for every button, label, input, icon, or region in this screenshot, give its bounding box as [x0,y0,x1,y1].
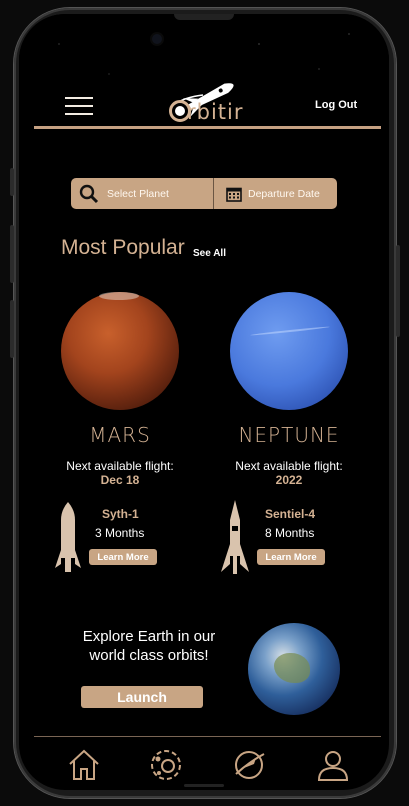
app-logo-text: rbitir [187,100,244,124]
logo-o-inner [175,106,185,116]
planets-icon[interactable] [149,748,183,782]
earth-image [248,623,340,715]
planet-name: MARS [89,423,151,447]
home-icon[interactable] [67,748,101,782]
promo-text: Explore Earth in our world class orbits! [82,628,216,664]
app-screen: rbitir Log Out Select Planet Departure D… [19,14,389,790]
front-camera [152,34,162,44]
menu-icon[interactable] [65,97,93,117]
launch-button[interactable]: Launch [81,686,203,708]
volume-up-button [10,225,14,283]
volume-down-button [10,300,14,358]
mute-switch [10,168,14,196]
rocket-icon [55,502,81,572]
ship-name: Syth-1 [102,507,139,521]
select-planet-placeholder: Select Planet [107,187,169,200]
section-title: Most Popular [61,236,185,259]
nav-divider [34,736,381,737]
power-button [396,245,400,337]
next-flight-date: 2022 [275,473,303,487]
ship-name: Sentiel-4 [265,507,316,521]
neptune-image[interactable] [230,292,348,410]
logout-link[interactable]: Log Out [315,99,357,111]
profile-icon[interactable] [316,748,350,782]
home-indicator [184,784,224,787]
search-icon [79,184,99,203]
rocket-icon [221,500,249,574]
select-planet-field[interactable]: Select Planet [71,178,214,209]
mars-image[interactable] [61,292,179,410]
speaker-notch [174,14,234,20]
next-flight-label: Next available flight: [235,459,343,473]
next-flight-date: Dec 18 [100,473,140,487]
learn-more-button[interactable]: Learn More [257,549,325,565]
calendar-icon [226,187,242,202]
learn-more-button[interactable]: Learn More [89,549,157,565]
departure-date-field[interactable]: Departure Date [214,178,337,209]
flight-duration: 3 Months [95,526,145,540]
flight-duration: 8 Months [265,526,315,540]
search-bar: Select Planet Departure Date [71,178,337,209]
see-all-link[interactable]: See All [193,248,226,259]
planet-name: NEPTUNE [238,423,340,447]
header-divider [34,126,381,129]
orbit-icon[interactable] [232,748,266,782]
next-flight-label: Next available flight: [66,459,174,473]
departure-date-placeholder: Departure Date [248,187,320,200]
